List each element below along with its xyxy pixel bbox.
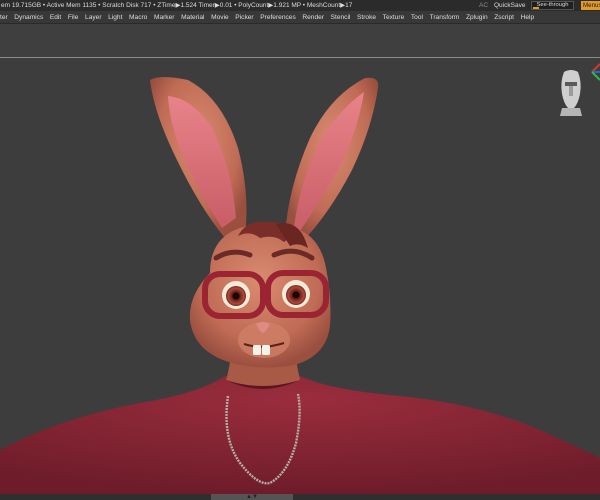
menu-item-help[interactable]: Help [517, 14, 537, 21]
menu-item-marker[interactable]: Marker [151, 14, 178, 21]
see-through-slider[interactable]: See-through [531, 1, 574, 10]
menu-item-material[interactable]: Material [178, 14, 208, 21]
menu-item-macro[interactable]: Macro [126, 14, 151, 21]
menu-item-tool[interactable]: Tool [408, 14, 427, 21]
menu-item-light[interactable]: Light [105, 14, 126, 21]
menu-bar: ter Dynamics Edit File Layer Light Macro Marke… [0, 11, 600, 24]
menu-item-preferences[interactable]: Preferences [257, 14, 299, 21]
mannequin-head-icon[interactable] [556, 68, 586, 116]
menu-item-edit[interactable]: Edit [47, 14, 65, 21]
menu-item-zscript[interactable]: Zscript [491, 14, 517, 21]
bottom-tray: ▲▼ [0, 494, 600, 500]
menu-item-texture[interactable]: Texture [379, 14, 407, 21]
menu-item-layer[interactable]: Layer [82, 14, 105, 21]
axis-gizmo-icon[interactable] [588, 62, 600, 82]
see-through-fill [533, 7, 539, 9]
ac-button[interactable]: AC [479, 0, 488, 11]
memory-stats-text: em 19.715GB • Active Mem 1135 • Scratch … [1, 2, 353, 9]
menu-item-picker[interactable]: Picker [232, 14, 257, 21]
menu-item-file[interactable]: File [65, 14, 82, 21]
quicksave-button[interactable]: QuickSave [494, 0, 525, 11]
menu-item-movie[interactable]: Movie [208, 14, 232, 21]
toolbar-shelf [0, 24, 600, 57]
menu-item-draw-partial[interactable]: ter [0, 14, 11, 21]
menu-item-render[interactable]: Render [299, 14, 327, 21]
collapse-arrows-icon[interactable]: ▲▼ [211, 494, 293, 500]
menu-item-stroke[interactable]: Stroke [354, 14, 380, 21]
see-through-label: See-through [536, 2, 569, 8]
viewport-canvas[interactable] [0, 58, 600, 494]
menus-button[interactable]: Menus [581, 1, 600, 10]
bunny-sculpt [0, 77, 600, 494]
menu-item-stencil[interactable]: Stencil [327, 14, 353, 21]
menu-item-zplugin[interactable]: Zplugin [463, 14, 491, 21]
status-bar: em 19.715GB • Active Mem 1135 • Scratch … [0, 0, 600, 11]
menu-item-transform[interactable]: Transform [426, 14, 462, 21]
menu-item-dynamics[interactable]: Dynamics [11, 14, 47, 21]
